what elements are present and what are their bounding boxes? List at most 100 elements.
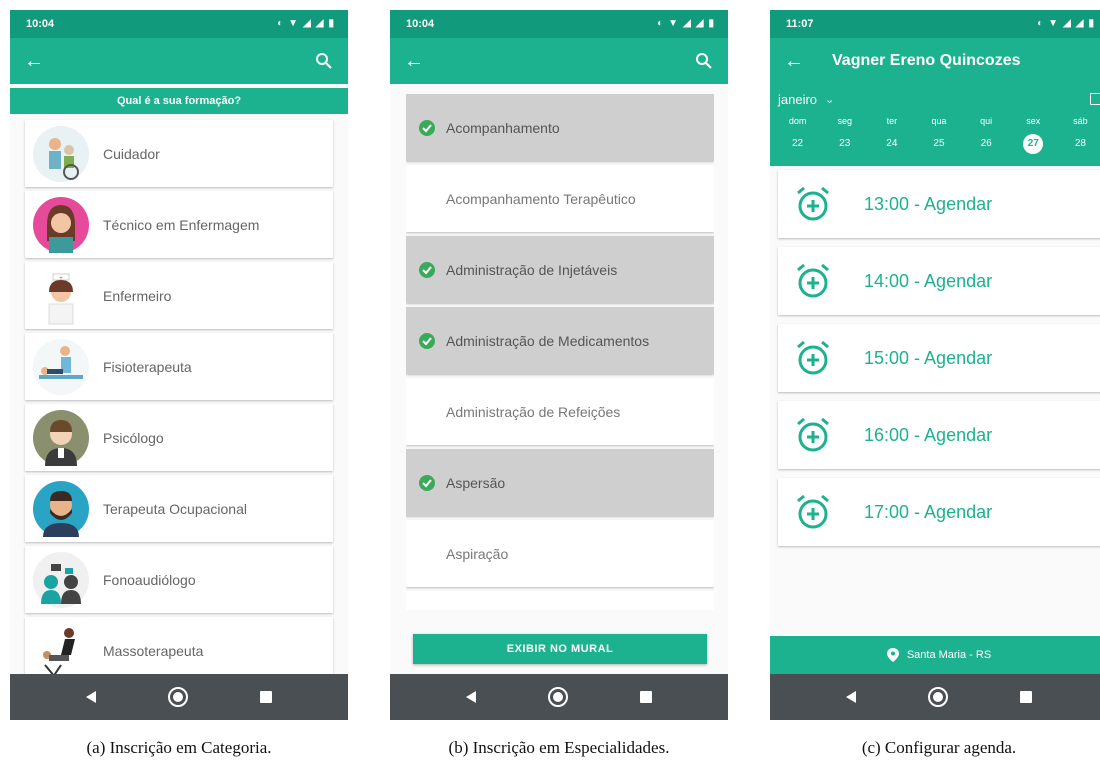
system-nav-bar <box>390 674 728 720</box>
back-arrow-icon[interactable]: ← <box>24 50 48 73</box>
status-bar: 10:04 ◐ ▼ ◢ ◢ ▮ <box>10 10 348 38</box>
day-number: 25 <box>933 138 945 149</box>
category-label: Enfermeiro <box>103 287 172 304</box>
location-pin-icon <box>886 648 899 662</box>
week-day[interactable]: dom 22 <box>774 114 821 166</box>
check-circle-icon <box>419 332 435 349</box>
phone-schedule: 11:07 ◐ ▼ ◢ ◢ ▮ ← Vagner Ereno Quincozes jan… <box>770 10 1100 720</box>
week-day[interactable]: qua 25 <box>915 114 962 166</box>
time-slot[interactable]: 17:00 - Agendar <box>778 478 1100 546</box>
day-name: qua <box>931 116 947 126</box>
app-bar: ← Vagner Ereno Quincozes <box>770 38 1100 84</box>
speech-therapist-icon <box>33 551 89 608</box>
back-arrow-icon[interactable]: ← <box>404 50 428 73</box>
time-slot[interactable]: 14:00 - Agendar <box>778 247 1100 315</box>
month-label: janeiro <box>778 91 818 107</box>
specialty-item-partial[interactable] <box>406 591 714 610</box>
time-slot[interactable]: 15:00 - Agendar <box>778 324 1100 392</box>
category-item[interactable]: Técnico em Enfermagem <box>25 191 333 258</box>
app-bar: ← <box>390 38 728 84</box>
specialty-label: Aspersão <box>446 474 506 491</box>
day-name: qui <box>980 116 993 126</box>
day-number: 23 <box>839 138 851 149</box>
time-slot-label: 13:00 - Agendar <box>864 193 993 214</box>
category-label: Fisioterapeuta <box>103 358 192 375</box>
caption-b: (b) Inscrição em Especialidades. <box>448 738 670 757</box>
calendar-icon[interactable] <box>1090 93 1100 105</box>
day-number: 26 <box>980 138 992 149</box>
time-slot[interactable]: 13:00 - Agendar <box>778 170 1100 238</box>
category-item[interactable]: + Enfermeiro <box>25 262 333 329</box>
nav-home-icon[interactable] <box>928 687 948 707</box>
nav-back-icon[interactable] <box>846 691 856 703</box>
specialty-item[interactable]: Aspersão <box>406 449 714 516</box>
nav-back-icon[interactable] <box>86 691 96 703</box>
page-title: Vagner Ereno Quincozes <box>832 52 1021 69</box>
time-slot-list: 13:00 - Agendar 14:00 - Agendar 15:00 - Ag… <box>778 170 1100 555</box>
time-slot-label: 14:00 - Agendar <box>864 270 993 291</box>
specialty-item[interactable]: Acompanhamento Terapêutico <box>406 165 714 232</box>
week-day[interactable]: seg 23 <box>821 114 868 166</box>
nav-recents-icon[interactable] <box>260 691 272 703</box>
specialty-item[interactable]: Aspiração <box>406 520 714 587</box>
nav-recents-icon[interactable] <box>640 691 652 703</box>
specialty-label: Administração de Injetáveis <box>446 261 618 278</box>
day-name: ter <box>886 116 898 126</box>
day-number: 28 <box>1074 138 1086 149</box>
category-label: Cuidador <box>103 145 160 162</box>
week-day[interactable]: ter 24 <box>868 114 915 166</box>
week-day[interactable]: qui 26 <box>963 114 1010 166</box>
month-selector[interactable]: janeiro ⌄ <box>770 84 1100 114</box>
search-icon[interactable] <box>314 51 334 71</box>
time-slot-label: 16:00 - Agendar <box>864 424 993 445</box>
week-day[interactable]: sex 27 <box>1010 114 1057 166</box>
day-name: sex <box>1026 116 1041 126</box>
nav-recents-icon[interactable] <box>1020 691 1032 703</box>
status-icons: ◐ ▼ ◢ ◢ ▮ <box>1037 18 1094 29</box>
phone-categories: 10:04 ◐ ▼ ◢ ◢ ▮ ← Qual é a sua formação? Cui… <box>10 10 348 720</box>
location-label: Santa Maria - RS <box>906 649 992 661</box>
category-label: Técnico em Enfermagem <box>103 216 260 233</box>
alarm-add-icon <box>797 494 829 529</box>
time-slot[interactable]: 16:00 - Agendar <box>778 401 1100 469</box>
time-slot-label: 17:00 - Agendar <box>864 501 993 522</box>
specialty-label: Aspiração <box>446 545 509 562</box>
category-item[interactable]: Psicólogo <box>25 404 333 471</box>
back-arrow-icon[interactable]: ← <box>784 50 808 73</box>
app-bar: ← <box>10 38 348 84</box>
nav-home-icon[interactable] <box>548 687 568 707</box>
week-day[interactable]: sáb 28 <box>1057 114 1100 166</box>
status-time: 11:07 <box>786 18 814 30</box>
specialty-label: Administração de Medicamentos <box>446 332 650 349</box>
check-circle-icon <box>419 119 435 136</box>
day-name: dom <box>788 116 807 126</box>
specialty-item[interactable]: Administração de Injetáveis <box>406 236 714 303</box>
specialty-item[interactable]: Acompanhamento <box>406 94 714 161</box>
psychologist-icon <box>33 409 89 466</box>
phone-specialties: 10:04 ◐ ▼ ◢ ◢ ▮ ← Acompanhamento Acompanhamen… <box>390 10 728 720</box>
nurse-icon: + <box>33 267 89 324</box>
category-item[interactable]: Fisioterapeuta <box>25 333 333 400</box>
category-label: Terapeuta Ocupacional <box>103 500 247 517</box>
specialty-item[interactable]: Administração de Refeições <box>406 378 714 445</box>
category-label: Massoterapeuta <box>103 642 204 659</box>
category-item[interactable]: Fonoaudiólogo <box>25 546 333 613</box>
system-nav-bar <box>770 674 1100 720</box>
nav-back-icon[interactable] <box>466 691 476 703</box>
search-icon[interactable] <box>694 51 714 71</box>
time-slot-label: 15:00 - Agendar <box>864 347 993 368</box>
category-label: Fonoaudiólogo <box>103 571 196 588</box>
show-on-board-button[interactable]: EXIBIR NO MURAL <box>413 634 707 664</box>
week-strip: dom 22 seg 23 ter 24 qua 25 qui 26 sex 27 sáb 28 <box>770 114 1100 166</box>
nav-home-icon[interactable] <box>168 687 188 707</box>
specialty-item[interactable]: Administração de Medicamentos <box>406 307 714 374</box>
category-item[interactable]: Terapeuta Ocupacional <box>25 475 333 542</box>
specialty-list: Acompanhamento Acompanhamento Terapêutico… <box>406 94 714 610</box>
section-header: Qual é a sua formação? <box>10 88 348 114</box>
day-name: sáb <box>1073 116 1088 126</box>
day-name: seg <box>837 116 852 126</box>
check-circle-icon <box>419 474 435 491</box>
status-icons: ◐ ▼ ◢ ◢ ▮ <box>657 18 714 29</box>
category-item[interactable]: Cuidador <box>25 120 333 187</box>
massage-therapist-icon <box>33 622 89 679</box>
